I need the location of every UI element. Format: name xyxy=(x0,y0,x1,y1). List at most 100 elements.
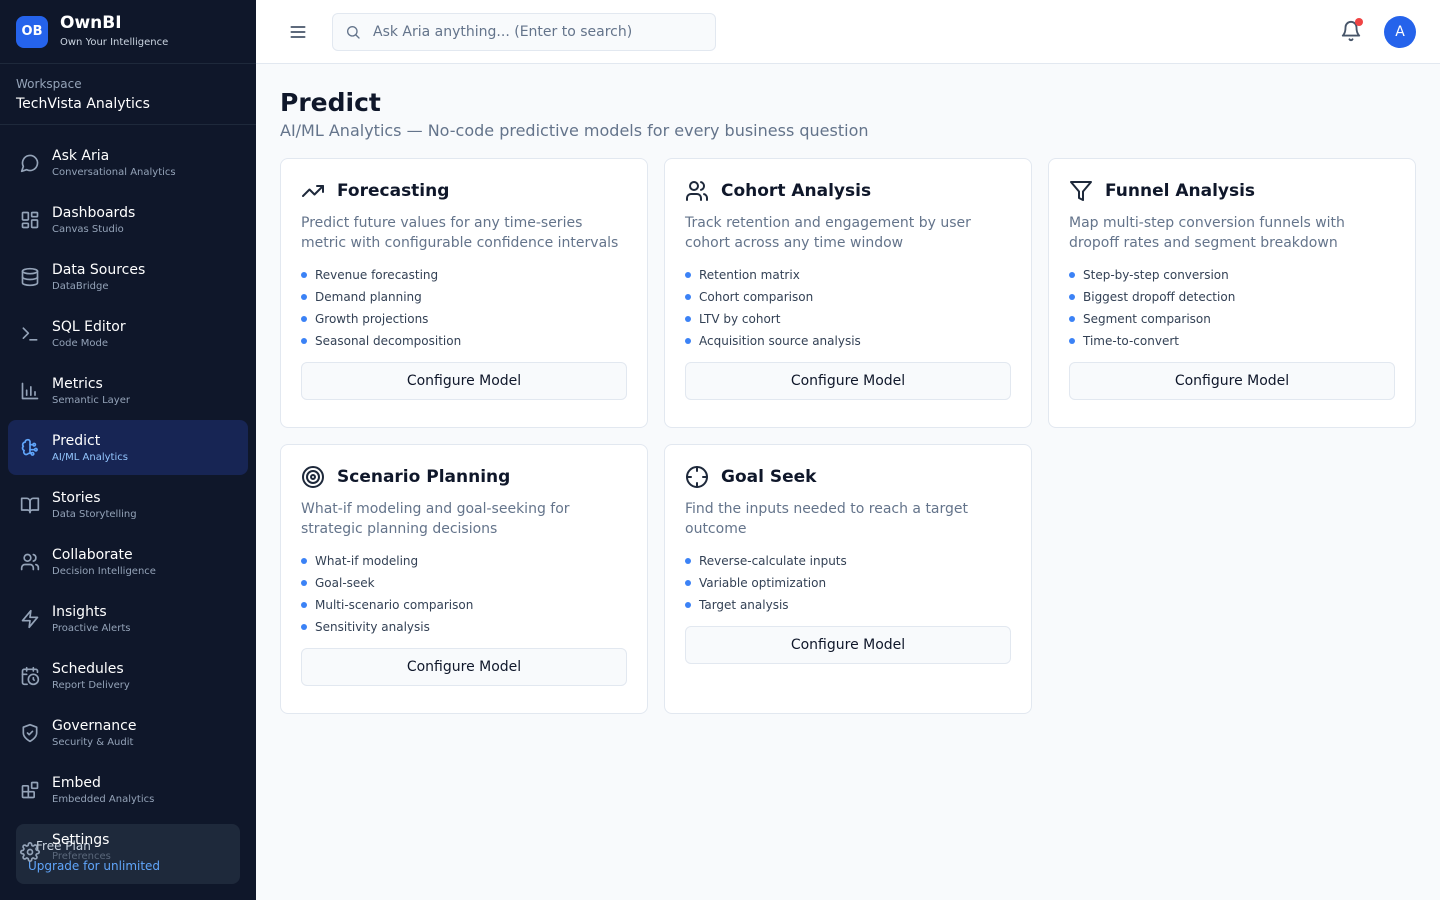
bullet-dot xyxy=(301,294,307,300)
sidebar-item-settings[interactable]: Settings Preferences xyxy=(8,824,248,879)
sidebar-item-insights[interactable]: Insights Proactive Alerts xyxy=(8,591,248,646)
sidebar-item-sub: Canvas Studio xyxy=(52,223,124,235)
sidebar-item-sub: Proactive Alerts xyxy=(52,622,131,634)
configure-model-button[interactable]: Configure Model xyxy=(301,362,627,400)
bullet-dot xyxy=(301,272,307,278)
sidebar-item-label: Ask Aria xyxy=(52,147,110,164)
calendar-clock-icon xyxy=(20,666,40,686)
sidebar-item-label: Dashboards xyxy=(52,204,136,221)
avatar[interactable]: A xyxy=(1384,16,1416,48)
sidebar-item-sql-editor[interactable]: SQL Editor Code Mode xyxy=(8,306,248,361)
crosshair-icon xyxy=(685,465,709,489)
search-icon xyxy=(345,24,361,40)
sidebar-item-ask-aria[interactable]: Ask Aria Conversational Analytics xyxy=(8,135,248,190)
blocks-icon xyxy=(20,780,40,800)
sidebar-item-dashboards[interactable]: Dashboards Canvas Studio xyxy=(8,192,248,247)
sidebar-item-label: SQL Editor xyxy=(52,318,126,335)
bullet-dot xyxy=(1069,338,1075,344)
feature-list: What-if modeling Goal-seek Multi-scenari… xyxy=(301,553,627,635)
sidebar-item-label: Schedules xyxy=(52,660,124,677)
sidebar-item-schedules[interactable]: Schedules Report Delivery xyxy=(8,648,248,703)
configure-model-button[interactable]: Configure Model xyxy=(685,626,1011,664)
sidebar-item-sub: Code Mode xyxy=(52,337,109,349)
bullet-dot xyxy=(301,338,307,344)
trending-up-icon xyxy=(301,179,325,203)
feature-item: Growth projections xyxy=(301,311,627,327)
feature-item: Biggest dropoff detection xyxy=(1069,289,1395,305)
sidebar-item-sub: Semantic Layer xyxy=(52,394,130,406)
sidebar-item-metrics[interactable]: Metrics Semantic Layer xyxy=(8,363,248,418)
card-funnel-analysis: Funnel Analysis Map multi-step conversio… xyxy=(1048,158,1416,428)
feature-list: Revenue forecasting Demand planning Grow… xyxy=(301,267,627,349)
sidebar: OB OwnBI Own Your Intelligence Workspace… xyxy=(0,0,256,900)
card-description: Map multi-step conversion funnels with d… xyxy=(1069,215,1345,251)
sidebar-item-stories[interactable]: Stories Data Storytelling xyxy=(8,477,248,532)
bullet-dot xyxy=(685,316,691,322)
brand[interactable]: OB OwnBI Own Your Intelligence xyxy=(0,0,256,64)
configure-model-button[interactable]: Configure Model xyxy=(685,362,1011,400)
feature-item: Demand planning xyxy=(301,289,627,305)
bullet-dot xyxy=(301,602,307,608)
sidebar-item-label: Settings xyxy=(52,831,110,848)
feature-text: Acquisition source analysis xyxy=(699,334,861,348)
brain-icon xyxy=(20,438,40,458)
menu-toggle-button[interactable] xyxy=(286,20,310,44)
feature-item: Goal-seek xyxy=(301,575,627,591)
card-description: Predict future values for any time-serie… xyxy=(301,215,619,251)
sidebar-item-predict[interactable]: Predict AI/ML Analytics xyxy=(8,420,248,475)
feature-item: Multi-scenario comparison xyxy=(301,597,627,613)
notification-dot xyxy=(1355,18,1363,26)
bullet-dot xyxy=(685,602,691,608)
sidebar-item-governance[interactable]: Governance Security & Audit xyxy=(8,705,248,760)
configure-model-button[interactable]: Configure Model xyxy=(301,648,627,686)
feature-list: Step-by-step conversion Biggest dropoff … xyxy=(1069,267,1395,349)
workspace-name: TechVista Analytics xyxy=(16,96,150,112)
bullet-dot xyxy=(301,316,307,322)
main-content: Predict AI/ML Analytics — No-code predic… xyxy=(280,64,1416,718)
book-icon xyxy=(20,495,40,515)
users-icon xyxy=(685,179,709,203)
feature-text: Growth projections xyxy=(315,312,429,326)
sidebar-item-sub: Report Delivery xyxy=(52,679,130,691)
feature-text: Biggest dropoff detection xyxy=(1083,290,1236,304)
feature-text: Demand planning xyxy=(315,290,422,304)
workspace-switcher[interactable]: Workspace TechVista Analytics xyxy=(0,64,256,125)
sidebar-item-collaborate[interactable]: Collaborate Decision Intelligence xyxy=(8,534,248,589)
lightning-icon xyxy=(20,609,40,629)
sidebar-item-data-sources[interactable]: Data Sources DataBridge xyxy=(8,249,248,304)
feature-item: Cohort comparison xyxy=(685,289,1011,305)
search-input[interactable] xyxy=(373,24,693,40)
brand-logo: OB xyxy=(16,15,48,48)
feature-item: Seasonal decomposition xyxy=(301,333,627,349)
sidebar-item-sub: Decision Intelligence xyxy=(52,565,156,577)
feature-item: Time-to-convert xyxy=(1069,333,1395,349)
feature-item: Acquisition source analysis xyxy=(685,333,1011,349)
bar-chart-icon xyxy=(20,381,40,401)
bullet-dot xyxy=(1069,316,1075,322)
users-icon xyxy=(20,552,40,572)
feature-item: Revenue forecasting xyxy=(301,267,627,283)
card-title: Goal Seek xyxy=(721,467,817,487)
feature-list: Reverse-calculate inputs Variable optimi… xyxy=(685,553,1011,613)
bullet-dot xyxy=(685,580,691,586)
feature-item: Segment comparison xyxy=(1069,311,1395,327)
brand-name: OwnBI xyxy=(60,13,122,33)
feature-list: Retention matrix Cohort comparison LTV b… xyxy=(685,267,1011,349)
feature-text: Reverse-calculate inputs xyxy=(699,554,847,568)
database-icon xyxy=(20,267,40,287)
notifications-button[interactable] xyxy=(1340,18,1363,44)
bullet-dot xyxy=(685,338,691,344)
configure-model-button[interactable]: Configure Model xyxy=(1069,362,1395,400)
sidebar-item-embed[interactable]: Embed Embedded Analytics xyxy=(8,762,248,817)
search-box[interactable] xyxy=(332,13,716,51)
feature-text: Seasonal decomposition xyxy=(315,334,462,348)
sidebar-item-sub: Embedded Analytics xyxy=(52,793,155,805)
bullet-dot xyxy=(685,294,691,300)
brand-tagline: Own Your Intelligence xyxy=(60,37,169,48)
card-title: Scenario Planning xyxy=(337,467,511,487)
sidebar-item-label: Stories xyxy=(52,489,101,506)
card-description: Track retention and engagement by user c… xyxy=(685,215,971,251)
workspace-label: Workspace xyxy=(16,77,82,91)
sidebar-item-label: Insights xyxy=(52,603,107,620)
topbar: A xyxy=(256,0,1440,64)
